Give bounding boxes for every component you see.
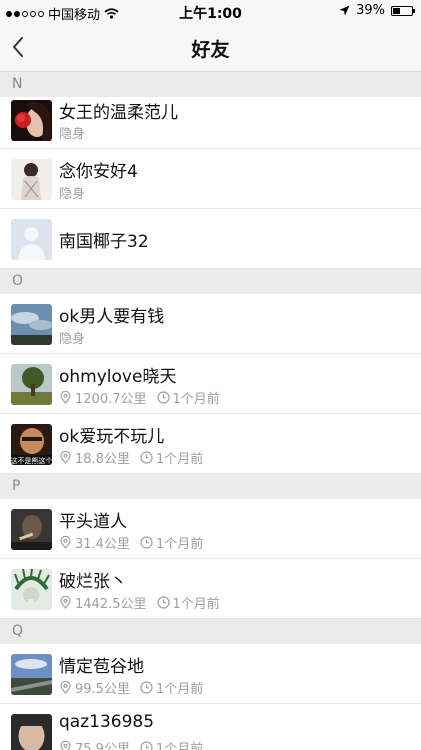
- avatar[interactable]: [11, 509, 52, 550]
- page-title: 好友: [191, 39, 230, 61]
- clock-icon: [140, 741, 153, 750]
- friend-row[interactable]: 念你安好4 隐身: [0, 149, 421, 209]
- friend-name: 情定苞谷地: [59, 657, 144, 677]
- section-header-o: O: [0, 269, 421, 294]
- clock-icon: [140, 681, 153, 694]
- status-right: 39%: [339, 3, 415, 18]
- status-text: 隐身: [59, 127, 86, 142]
- avatar[interactable]: [11, 100, 52, 141]
- friend-meta: 1200.7公里 1个月前: [59, 388, 220, 407]
- friend-row[interactable]: 破烂张丶 1442.5公里 1个月前: [0, 559, 421, 619]
- friend-status: 隐身: [59, 123, 85, 142]
- friend-status: 隐身: [59, 183, 85, 202]
- avatar[interactable]: [11, 364, 52, 405]
- section-header-q: Q: [0, 619, 421, 644]
- location-pin-icon: [59, 740, 72, 750]
- avatar[interactable]: [11, 569, 52, 610]
- friend-row[interactable]: ok男人要有钱隐身: [0, 294, 421, 354]
- friend-name: 破烂张丶: [59, 572, 127, 592]
- last-seen-text: 1个月前: [172, 597, 220, 612]
- status-text: 隐身: [59, 332, 86, 347]
- avatar[interactable]: [11, 159, 52, 200]
- friend-status: 隐身: [59, 328, 85, 347]
- friend-row[interactable]: 这不是熊这个 ok爱玩不玩儿 18.8公里 1个月前: [0, 414, 421, 474]
- friend-row[interactable]: 平头道人 31.4公里 1个月前: [0, 499, 421, 559]
- location-pin-icon: [59, 450, 72, 464]
- last-seen-text: 1个月前: [155, 537, 204, 552]
- friend-meta: 18.8公里 1个月前: [59, 448, 203, 467]
- friend-name: 念你安好4: [59, 162, 138, 182]
- friend-name: qaz136985: [59, 712, 155, 732]
- battery-icon: [391, 5, 415, 16]
- svg-text:这不是熊这个: 这不是熊这个: [11, 456, 52, 465]
- friend-meta: 99.5公里 1个月前: [59, 678, 203, 697]
- location-pin-icon: [59, 390, 72, 404]
- last-seen-text: 1个月前: [155, 452, 204, 467]
- distance-text: 1442.5公里: [75, 597, 147, 612]
- friend-meta: 75.9公里 1个月前: [59, 738, 203, 750]
- avatar[interactable]: [11, 654, 52, 695]
- friend-row[interactable]: 南国椰子32: [0, 209, 421, 269]
- friend-row[interactable]: ohmylove晓天 1200.7公里 1个月前: [0, 354, 421, 414]
- avatar[interactable]: [11, 714, 52, 750]
- friend-row[interactable]: 女王的温柔范儿 隐身: [0, 97, 421, 149]
- distance-text: 75.9公里: [75, 742, 130, 750]
- friend-name: ok男人要有钱: [59, 307, 165, 327]
- status-text: 隐身: [59, 187, 86, 202]
- location-arrow-icon: [339, 5, 350, 16]
- last-seen-text: 1个月前: [172, 392, 220, 407]
- friend-row[interactable]: 情定苞谷地 99.5公里 1个月前: [0, 644, 421, 704]
- clock-icon: [140, 536, 153, 549]
- friend-row[interactable]: qaz136985 75.9公里 1个月前: [0, 704, 421, 750]
- location-pin-icon: [59, 535, 72, 549]
- location-pin-icon: [59, 680, 72, 694]
- friend-name: ok爱玩不玩儿: [59, 427, 165, 447]
- clock-icon: [156, 391, 170, 404]
- clock-icon: [156, 596, 170, 609]
- last-seen-text: 1个月前: [155, 742, 204, 750]
- distance-text: 99.5公里: [75, 682, 130, 697]
- friend-name: 平头道人: [59, 512, 127, 532]
- battery-percent: 39%: [356, 3, 385, 18]
- clock-icon: [140, 451, 153, 464]
- friend-name: 女王的温柔范儿: [59, 103, 178, 123]
- section-header-n: N: [0, 72, 421, 97]
- distance-text: 1200.7公里: [75, 392, 147, 407]
- nav-bar: 好友: [0, 23, 421, 72]
- avatar[interactable]: [11, 219, 52, 260]
- avatar[interactable]: [11, 304, 52, 345]
- section-header-p: P: [0, 474, 421, 499]
- friend-name: ohmylove晓天: [59, 367, 177, 387]
- last-seen-text: 1个月前: [155, 682, 204, 697]
- location-pin-icon: [59, 595, 72, 609]
- status-bar: 中国移动 上午1:00 39%: [0, 0, 421, 23]
- distance-text: 18.8公里: [75, 452, 130, 467]
- avatar[interactable]: 这不是熊这个: [11, 424, 52, 465]
- distance-text: 31.4公里: [75, 537, 130, 552]
- friend-name: 南国椰子32: [59, 232, 149, 252]
- friend-meta: 31.4公里 1个月前: [59, 533, 203, 552]
- friends-list: N 女王的温柔范儿 隐身 念你安好4 隐身 南国椰子32 Ook男人要有钱 隐身 ohmylov…: [0, 72, 421, 750]
- friend-meta: 1442.5公里 1个月前: [59, 593, 220, 612]
